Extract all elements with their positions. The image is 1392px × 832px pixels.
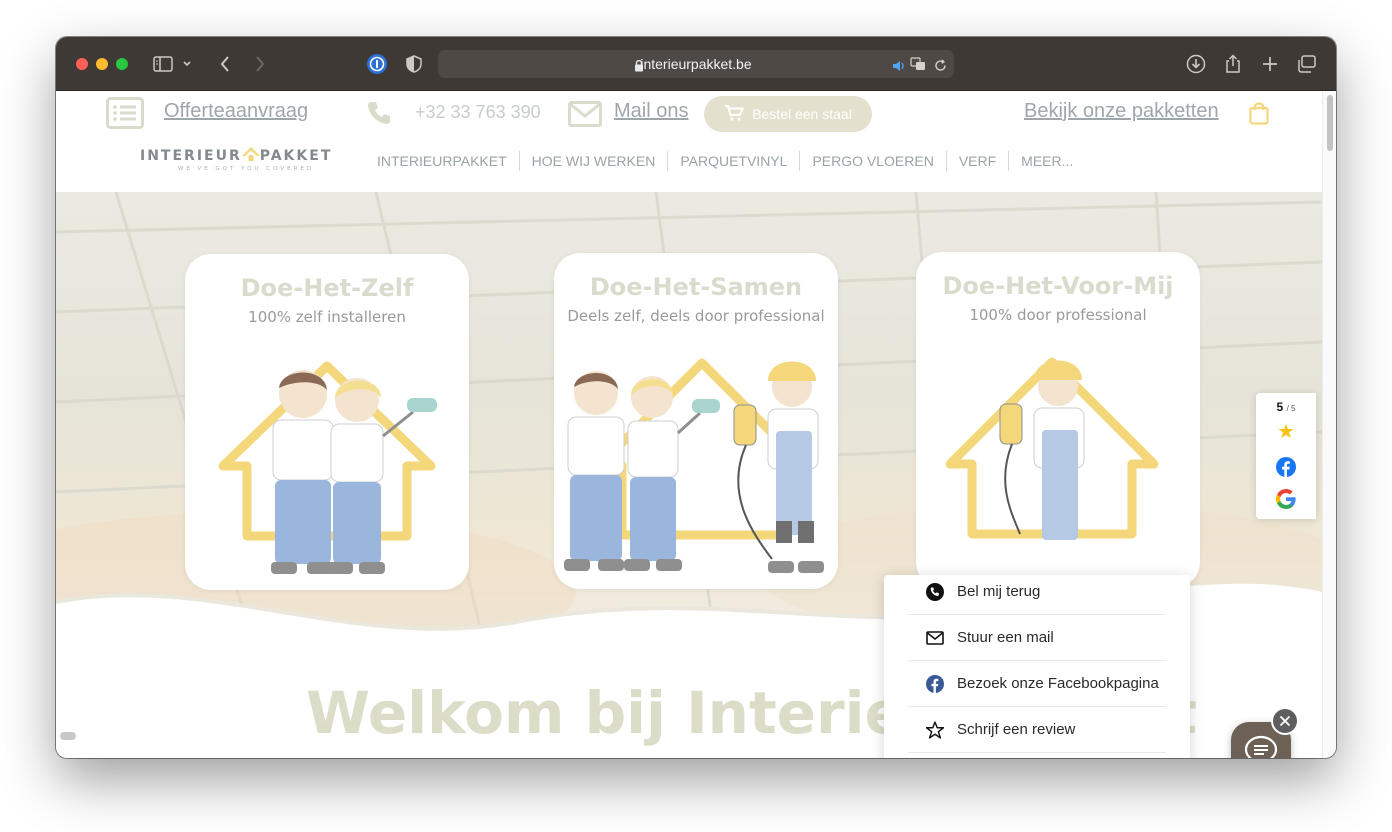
feedback-tab[interactable] [60,732,76,740]
done-for-me-illustration [945,357,1159,540]
contact-item-send-mail[interactable]: Stuur een mail [908,615,1166,661]
card-done-for-me-subtitle: 100% door professional [969,306,1147,324]
star-icon [925,720,945,740]
logo-house-icon [241,147,260,161]
share-icon[interactable] [1222,53,1244,75]
download-icon[interactable] [1185,53,1207,75]
zoom-window-button[interactable] [116,58,128,70]
mail-icon [925,628,945,648]
cart-icon [724,104,745,125]
card-do-together-title: Doe-Het-Samen [589,273,803,301]
chevron-down-icon[interactable] [180,53,194,75]
shopping-bag-icon[interactable] [1249,101,1269,129]
forward-icon[interactable] [249,53,271,75]
password-manager-icon[interactable] [366,53,388,75]
mail-us-link[interactable]: Mail ons [614,100,688,123]
card-done-for-me-title: Doe-Het-Voor-Mij [942,272,1174,300]
nav-item-paint[interactable]: VERF [947,151,1010,171]
contact-item-write-review[interactable]: Schrijf een review [908,707,1166,753]
contact-item-write-review-label: Schrijf een review [957,721,1076,738]
browser-window: interieurpakket.be Offerteaanvraag +32 3… [56,37,1336,758]
google-icon[interactable] [1276,489,1296,513]
reload-icon[interactable] [934,57,947,76]
phone-number[interactable]: +32 33 763 390 [415,102,541,123]
contact-item-call-back-label: Bel mij terug [957,583,1041,600]
web-page: Offerteaanvraag +32 33 763 390 Mail ons … [56,91,1322,758]
card-diy[interactable]: Doe-Het-Zelf 100% zelf installeren [185,254,469,590]
scrollbar-thumb[interactable] [1327,95,1333,151]
contact-item-call-back[interactable]: Bel mij terug [908,569,1166,615]
close-icon [1279,712,1291,731]
order-sample-label: Bestel een staal [752,106,852,122]
browser-toolbar: interieurpakket.be [56,37,1336,91]
translate-icon[interactable] [910,56,926,75]
quote-list-icon[interactable] [106,97,144,133]
address-bar[interactable]: interieurpakket.be [438,50,954,78]
diy-illustration [218,361,437,574]
quote-request-link[interactable]: Offerteaanvraag [164,100,308,123]
contact-item-send-mail-label: Stuur een mail [957,629,1054,646]
contact-menu: Bel mij terug Stuur een mail Bezoek onze… [884,575,1190,758]
shield-icon[interactable] [403,53,425,75]
order-sample-button[interactable]: Bestel een staal [704,96,872,132]
audio-icon[interactable] [892,57,906,76]
review-widget[interactable]: 5 / 5 [1256,393,1316,519]
chat-close-button[interactable] [1271,707,1299,735]
logo-tagline: WE'VE GOT YOU COVERED [178,166,315,172]
url-text: interieurpakket.be [640,56,752,72]
nav-item-how-we-work[interactable]: HOE WIJ WERKEN [520,151,669,171]
do-together-illustration [564,358,824,573]
close-window-button[interactable] [76,58,88,70]
chat-bubble-icon [1244,735,1278,758]
facebook-icon [925,674,945,694]
page-scrollbar[interactable] [1322,91,1336,758]
contact-item-facebook-label: Bezoek onze Facebookpagina [957,675,1159,692]
tabs-overview-icon[interactable] [1296,53,1318,75]
view-packages-link[interactable]: Bekijk onze pakketten [1024,100,1219,123]
card-do-together-subtitle: Deels zelf, deels door professional [567,307,825,325]
nav-item-pergo-floors[interactable]: PERGO VLOEREN [800,151,947,171]
card-diy-subtitle: 100% zelf installeren [248,308,406,326]
card-do-together[interactable]: Doe-Het-Samen Deels zelf, deels door pro… [554,253,838,589]
nav-item-parquetvinyl[interactable]: PARQUETVINYL [668,151,801,171]
nav-item-interieurpakket[interactable]: INTERIEURPAKKET [365,151,520,171]
new-tab-icon[interactable] [1259,53,1281,75]
logo-text-left: INTERIEUR [140,148,242,164]
rating-star-icon [1278,423,1294,443]
phone-icon[interactable] [366,100,392,130]
review-score: 5 [1276,400,1284,414]
contact-item-facebook[interactable]: Bezoek onze Facebookpagina [908,661,1166,707]
main-nav: INTERIEURPAKKET HOE WIJ WERKEN PARQUETVI… [365,151,1085,171]
facebook-icon[interactable] [1276,457,1296,481]
sidebar-icon[interactable] [152,53,174,75]
back-icon[interactable] [214,53,236,75]
site-logo[interactable]: INTERIEUR PAKKET WE'VE GOT YOU COVERED [140,147,330,177]
mail-icon[interactable] [568,101,602,131]
logo-text-right: PAKKET [259,148,333,164]
review-score-max: / 5 [1286,404,1296,413]
nav-item-more[interactable]: MEER... [1009,151,1085,171]
phone-icon [925,582,945,602]
minimize-window-button[interactable] [96,58,108,70]
card-done-for-me[interactable]: Doe-Het-Voor-Mij 100% door professional [916,252,1200,588]
card-diy-title: Doe-Het-Zelf [240,274,414,302]
